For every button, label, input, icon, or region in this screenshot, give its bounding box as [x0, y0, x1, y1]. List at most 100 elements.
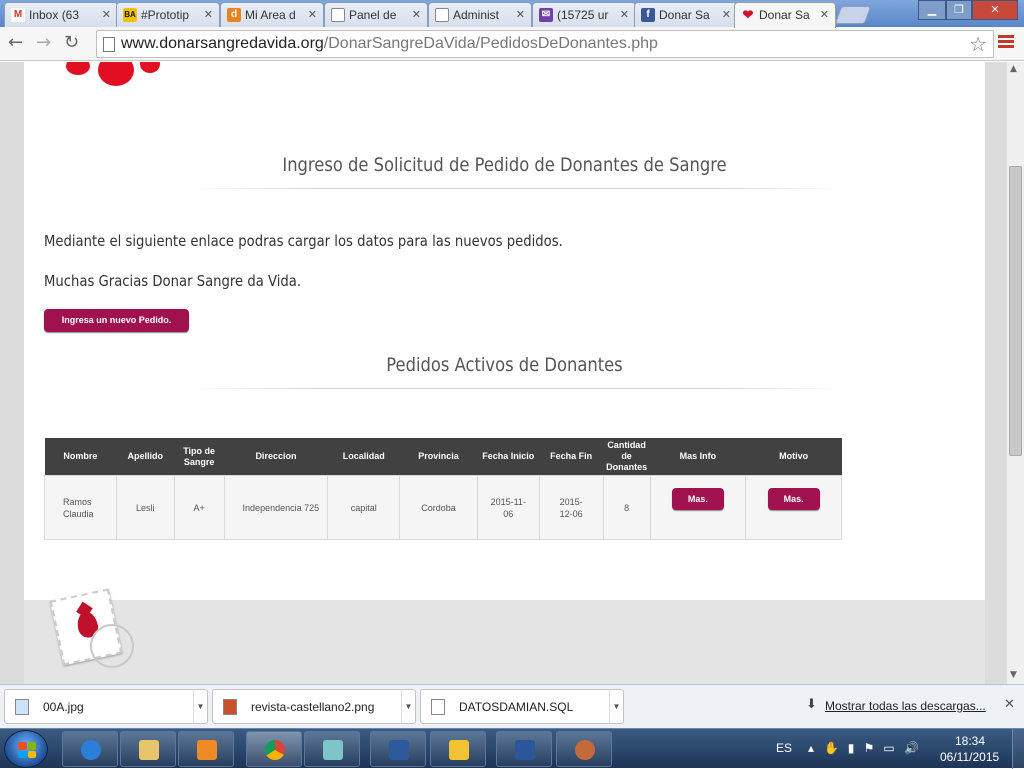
close-window-button[interactable]: ✕ [972, 0, 1018, 20]
col-header: Nombre [44, 438, 117, 476]
file-icon [431, 699, 445, 715]
show-desktop-button[interactable] [1012, 729, 1024, 769]
download-item[interactable]: 00A.jpg ▼ [4, 689, 208, 724]
start-button[interactable] [4, 730, 48, 768]
cell-tipo: A+ [173, 475, 225, 540]
mail-icon: ✉ [539, 8, 553, 22]
facebook-icon: f [641, 8, 655, 22]
taskbar-word[interactable] [496, 731, 552, 767]
tab-panel[interactable]: Panel de ✕ [324, 2, 428, 27]
close-icon[interactable]: ✕ [516, 8, 525, 21]
remote-desktop-icon [389, 740, 409, 760]
scroll-up-icon[interactable]: ▲ [1010, 64, 1017, 74]
page-content: Ingreso de Solicitud de Pedido de Donant… [24, 62, 985, 684]
network-icon[interactable]: ▮ [844, 741, 858, 755]
chevron-down-icon[interactable]: ▼ [401, 690, 415, 723]
forward-arrow-icon[interactable]: → [36, 33, 51, 53]
taskbar-sticky[interactable] [304, 731, 360, 767]
tab-label: Inbox (63 [29, 8, 80, 22]
motivo-button[interactable]: Mas. [767, 487, 820, 510]
image-file-icon [223, 699, 237, 715]
close-icon[interactable]: ✕ [412, 8, 421, 21]
close-icon[interactable]: ✕ [722, 8, 731, 21]
downloads-bar: 00A.jpg ▼ revista-castellano2.png ▼ DATO… [0, 684, 1024, 728]
close-icon[interactable]: ✕ [308, 8, 317, 21]
d-app-icon: d [227, 8, 241, 22]
download-item[interactable]: DATOSDAMIAN.SQL ▼ [420, 689, 624, 724]
tab-label: Administ [453, 8, 500, 22]
folder-icon [139, 740, 159, 760]
postmark-icon [90, 624, 134, 668]
scrollbar-thumb[interactable] [1009, 166, 1022, 456]
taskbar-paint[interactable] [556, 731, 612, 767]
chrome-menu-icon[interactable] [998, 35, 1014, 49]
monitor-icon[interactable]: ▭ [882, 741, 896, 755]
cell-apellido: Lesli [115, 475, 175, 540]
tab-donar-sangre-active[interactable]: ❤ Donar Sa ✕ [734, 2, 836, 28]
chevron-down-icon[interactable]: ▼ [193, 690, 207, 723]
download-filename: revista-castellano2.png [251, 700, 375, 714]
divider [184, 388, 850, 389]
paint-icon [575, 740, 595, 760]
taskbar-remote[interactable] [370, 731, 426, 767]
bookmark-star-icon[interactable]: ☆ [969, 32, 987, 57]
taskbar-explorer[interactable] [120, 731, 176, 767]
taskbar-media-player[interactable] [178, 731, 234, 767]
col-header: Tipo de Sangre [174, 438, 225, 476]
cell-provincia: Cordoba [399, 475, 478, 540]
tab-prototipo[interactable]: BA #Prototip ✕ [116, 2, 220, 27]
thanks-text: Muchas Gracias Donar Sangre da Vida. [44, 272, 302, 290]
new-order-button[interactable]: Ingresa un nuevo Pedido. [44, 309, 189, 332]
language-indicator[interactable]: ES [776, 741, 792, 755]
chevron-up-icon[interactable]: ▴ [804, 741, 818, 755]
url-path: /DonarSangreDaVida/PedidosDeDonantes.php [323, 35, 658, 52]
windows-taskbar: ES ▴ ✋ ▮ ⚑ ▭ 🔊 18:34 06/11/2015 [0, 728, 1024, 769]
close-icon[interactable]: ✕ [1004, 697, 1015, 712]
tab-label: Panel de [349, 8, 397, 22]
tab-label: (15725 ur [557, 8, 609, 22]
maximize-button[interactable]: ❐ [946, 0, 972, 20]
flag-icon[interactable]: ⚑ [862, 741, 876, 755]
download-item[interactable]: revista-castellano2.png ▼ [212, 689, 416, 724]
tab-administ[interactable]: Administ ✕ [428, 2, 532, 27]
page-footer [24, 588, 985, 684]
address-bar[interactable]: www.donarsangredavida.org/DonarSangreDaV… [96, 30, 994, 58]
internet-explorer-icon [81, 740, 101, 760]
close-icon[interactable]: ✕ [204, 8, 213, 21]
col-header: Fecha Fin [539, 438, 604, 476]
page-icon [435, 8, 449, 22]
clock-time[interactable]: 18:34 [955, 734, 985, 748]
close-icon[interactable]: ✕ [102, 8, 111, 21]
cell-mas-info: Mas. [649, 475, 747, 540]
mas-info-button[interactable]: Mas. [671, 487, 724, 510]
close-icon[interactable]: ✕ [620, 8, 629, 21]
show-all-downloads-link[interactable]: Mostrar todas las descargas... [825, 699, 986, 713]
scroll-down-icon[interactable]: ▼ [1010, 670, 1017, 680]
cell-direccion: Independencia 725 [223, 475, 329, 540]
tab-label: #Prototip [141, 8, 190, 22]
col-header: Localidad [327, 438, 400, 476]
vertical-scrollbar[interactable]: ▲ ▼ [1006, 62, 1024, 684]
chrome-icon [265, 740, 285, 760]
tab-mi-area[interactable]: d Mi Area d ✕ [220, 2, 324, 27]
close-icon[interactable]: ✕ [820, 8, 829, 21]
clock-date[interactable]: 06/11/2015 [940, 750, 999, 764]
chevron-down-icon[interactable]: ▼ [609, 690, 623, 723]
reload-icon[interactable]: ↻ [64, 33, 79, 53]
new-tab-button[interactable] [834, 6, 872, 24]
tab-inbox[interactable]: M Inbox (63 ✕ [4, 2, 118, 27]
volume-icon[interactable]: 🔊 [904, 741, 919, 755]
minimize-button[interactable]: ▁ [918, 0, 946, 20]
taskbar-outlook[interactable] [430, 731, 486, 767]
tab-mail[interactable]: ✉ (15725 ur ✕ [532, 2, 636, 27]
active-orders-title: Pedidos Activos de Donantes [386, 354, 623, 376]
col-header: Apellido [116, 438, 175, 476]
image-file-icon [15, 699, 29, 715]
tray-app-icon[interactable]: ✋ [824, 741, 839, 755]
outlook-icon [449, 740, 469, 760]
tab-facebook[interactable]: f Donar Sa ✕ [634, 2, 738, 27]
divider [184, 188, 850, 189]
taskbar-ie[interactable] [62, 731, 118, 767]
taskbar-chrome[interactable] [246, 731, 302, 767]
back-arrow-icon[interactable]: ← [8, 33, 23, 53]
